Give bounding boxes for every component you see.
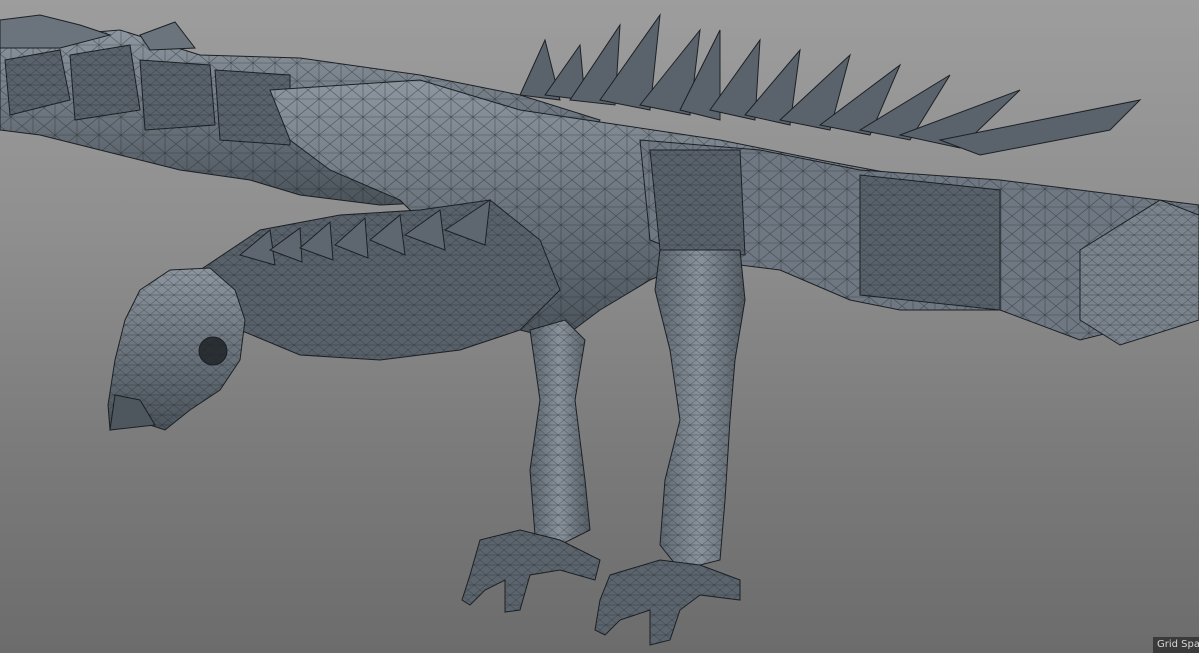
bird-head: [107, 267, 246, 432]
bird-wireframe-model[interactable]: [0, 0, 1199, 653]
neck-feathers: [199, 198, 561, 361]
leg-right: [594, 249, 746, 646]
3d-viewport[interactable]: Grid Spac: [0, 0, 1199, 653]
leg-left: [461, 319, 601, 613]
grid-spacing-label: Grid Spac: [1153, 637, 1199, 653]
